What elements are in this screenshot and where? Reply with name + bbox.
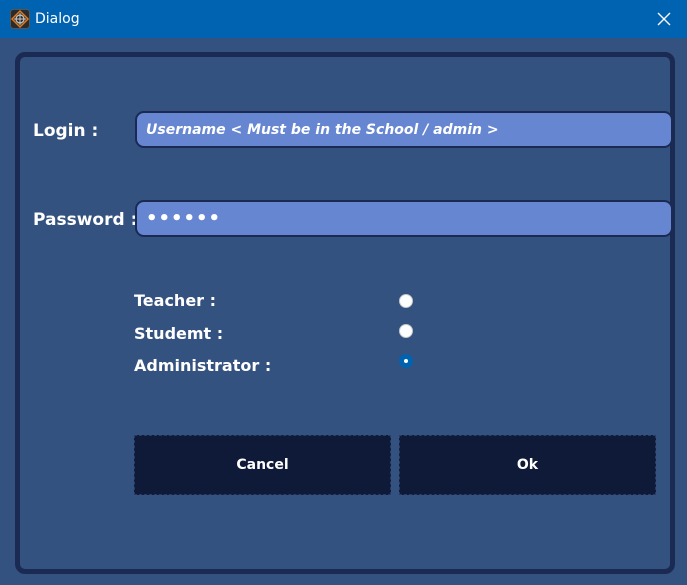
close-button[interactable] <box>641 0 687 38</box>
close-icon <box>657 12 671 26</box>
password-input[interactable] <box>135 200 673 237</box>
role-label-teacher: Teacher : <box>134 291 217 310</box>
app-compass-icon <box>10 9 30 29</box>
title-bar: Dialog <box>0 0 687 38</box>
ok-button[interactable]: Ok <box>399 435 656 495</box>
window-title: Dialog <box>35 11 80 27</box>
role-radio-administrator[interactable] <box>399 354 413 368</box>
role-radio-teacher[interactable] <box>399 294 413 308</box>
role-label-administrator: Administrator : <box>134 356 272 375</box>
role-radio-student[interactable] <box>399 324 413 338</box>
password-label: Password : <box>33 210 138 230</box>
cancel-button[interactable]: Cancel <box>134 435 391 495</box>
login-panel: Login : Password : Teacher : Studemt : A… <box>15 52 675 574</box>
login-label: Login : <box>33 121 99 141</box>
username-input[interactable] <box>135 111 673 148</box>
dialog-body: Login : Password : Teacher : Studemt : A… <box>0 38 687 585</box>
role-label-student: Studemt : <box>134 324 224 343</box>
